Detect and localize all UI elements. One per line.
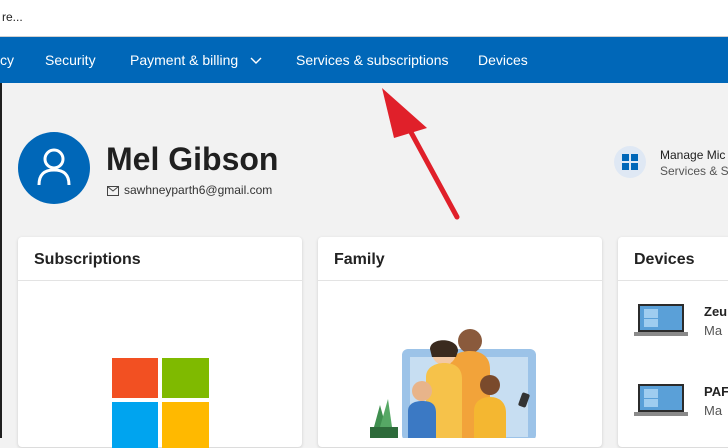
nav-item-security[interactable]: Security: [45, 52, 96, 68]
device-name: Zeu: [704, 304, 728, 319]
microsoft-grid-icon: [614, 146, 646, 178]
profile-email-row: sawhneyparth6@gmail.com: [107, 183, 272, 197]
account-nav-bar: cy Security Payment & billing Services &…: [0, 37, 728, 83]
manage-subtitle: Services & Su: [660, 164, 728, 178]
device-item[interactable]: PAF Ma: [634, 384, 728, 423]
manage-title: Manage Mic: [660, 148, 726, 162]
browser-address-bar[interactable]: re...: [0, 0, 728, 37]
nav-item-devices[interactable]: Devices: [478, 52, 528, 68]
laptop-icon: [634, 304, 688, 336]
profile-name: Mel Gibson: [106, 141, 279, 177]
nav-item-privacy[interactable]: cy: [0, 52, 14, 68]
device-type: Ma: [704, 403, 723, 418]
subscriptions-card-title: Subscriptions: [34, 251, 141, 268]
device-item[interactable]: Zeu Ma: [634, 304, 727, 343]
nav-item-services-subscriptions[interactable]: Services & subscriptions: [296, 52, 449, 68]
chevron-down-icon: [250, 57, 262, 65]
device-type: Ma: [704, 323, 723, 338]
laptop-icon: [634, 384, 688, 416]
devices-card-title: Devices: [634, 251, 695, 268]
window-edge: [0, 83, 2, 438]
family-illustration: [370, 329, 536, 438]
mail-icon: [107, 186, 119, 196]
avatar[interactable]: [18, 132, 90, 204]
device-name: PAF: [704, 384, 728, 399]
address-text: re...: [2, 10, 23, 24]
devices-card[interactable]: Devices Zeu Ma PAF Ma: [618, 237, 728, 447]
card-divider: [18, 280, 302, 281]
profile-email: sawhneyparth6@gmail.com: [124, 183, 273, 197]
nav-item-label: Payment & billing: [130, 52, 239, 68]
microsoft-logo: [112, 358, 209, 448]
family-card-title: Family: [334, 251, 385, 268]
card-divider: [318, 280, 602, 281]
card-divider: [618, 280, 728, 281]
person-icon: [37, 148, 71, 186]
nav-item-payment-billing[interactable]: Payment & billing: [130, 52, 262, 68]
